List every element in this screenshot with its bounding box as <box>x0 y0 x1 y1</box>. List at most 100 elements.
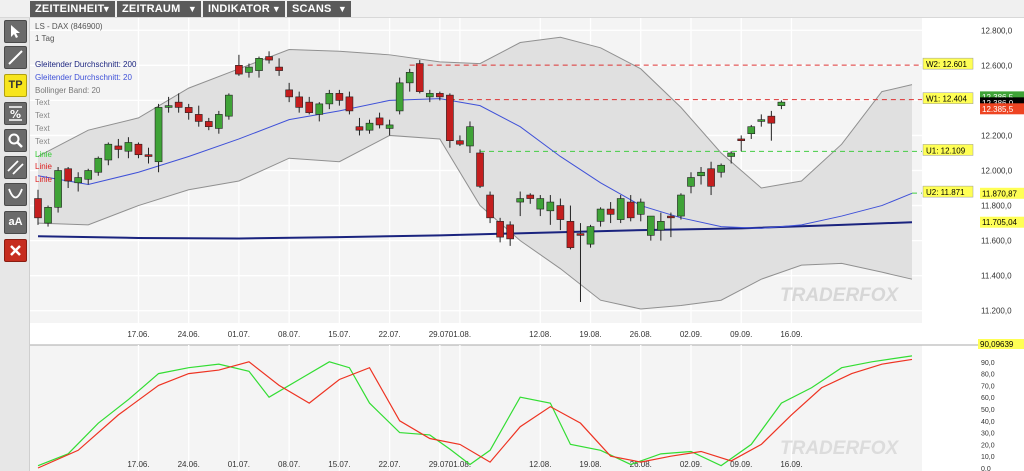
legend-line-red-2[interactable]: Linie <box>35 175 52 184</box>
tp-tool-button[interactable]: TP <box>4 74 27 97</box>
menu-scans[interactable]: SCANS ▼ <box>287 1 351 17</box>
legend-bollinger[interactable]: Bollinger Band: 20 <box>35 86 101 95</box>
x-tick-label: 09.09. <box>730 330 752 339</box>
x-tick-label: 01.08. <box>449 460 471 469</box>
legend-text-1[interactable]: Text <box>35 98 50 107</box>
menu-zeitraum-label: ZEITRAUM <box>122 3 181 15</box>
candle-body <box>516 198 525 203</box>
candle-body <box>727 152 735 157</box>
y-tick-label: 12.000,0 <box>981 167 1013 176</box>
percent-tool-icon: % <box>9 106 22 121</box>
legend-text-2[interactable]: Text <box>35 111 50 120</box>
candle-body <box>365 122 374 131</box>
candle-body <box>144 154 153 157</box>
y-tick-label: 12.800,0 <box>981 26 1013 35</box>
candle-body <box>526 194 535 199</box>
candle-body <box>647 215 655 236</box>
font-size-button[interactable]: aA <box>4 211 27 234</box>
percent-tool-button[interactable]: % <box>4 102 27 125</box>
chevron-down-icon: ▼ <box>271 4 281 14</box>
candle-body <box>215 114 223 129</box>
candle-body <box>355 126 364 131</box>
level-label: U2: 11.871 <box>926 188 965 197</box>
x-tick-label: 29.07. <box>429 460 451 469</box>
x-tick-label: 02.09. <box>680 330 702 339</box>
oscillator-y-tick: 60,0 <box>981 395 995 402</box>
candle-body <box>104 143 113 161</box>
candle-body <box>164 105 173 108</box>
chart-title: LS - DAX (846900) <box>35 22 103 31</box>
oscillator-y-tick: 40,0 <box>981 419 995 426</box>
candle-body <box>74 177 82 184</box>
chart-area[interactable]: 12.800,012.600,012.400,012.200,012.000,0… <box>30 18 1024 471</box>
candle-body <box>687 177 695 187</box>
menu-indikator[interactable]: INDIKATOR ▼ <box>203 1 285 17</box>
x-tick-label: 17.06. <box>127 330 149 339</box>
candle-body <box>64 168 72 182</box>
chart-subtitle: 1 Tag <box>35 34 54 43</box>
legend-line-red-1[interactable]: Linie <box>35 162 52 171</box>
x-tick-label: 01.08. <box>449 330 471 339</box>
candle-body <box>235 65 243 75</box>
x-tick-label: 12.08. <box>529 460 551 469</box>
legend-text-4[interactable]: Text <box>35 137 50 146</box>
menu-zeiteinheit-label: ZEITEINHEIT <box>35 3 105 15</box>
legend-text-3[interactable]: Text <box>35 124 50 133</box>
candle-body <box>496 221 504 238</box>
x-tick-label: 16.09. <box>780 330 802 339</box>
candle-body <box>616 198 625 220</box>
candle-body <box>606 208 615 215</box>
delete-tool-button[interactable] <box>4 239 27 262</box>
menu-zeitraum[interactable]: ZEITRAUM ▼ <box>117 1 201 17</box>
candle-body <box>315 103 324 115</box>
x-tick-label: 17.06. <box>127 460 149 469</box>
svg-text:%: % <box>10 108 21 121</box>
x-tick-label: 01.07. <box>228 460 250 469</box>
candle-body <box>325 93 334 105</box>
legend-line-green[interactable]: Linie <box>35 150 52 159</box>
chevron-down-icon: ▼ <box>101 4 111 14</box>
curve-tool-button[interactable] <box>4 183 27 206</box>
candle-body <box>345 96 354 112</box>
candle-body <box>405 72 414 84</box>
oscillator-y-tick: 20,0 <box>981 442 995 449</box>
watermark-main: TRADERFOX <box>780 285 900 306</box>
line-tool-button[interactable] <box>4 46 27 69</box>
candle-body <box>295 96 303 108</box>
candle-body <box>415 63 424 92</box>
candle-body <box>124 142 133 152</box>
y-tick-label: 11.800,0 <box>981 202 1012 211</box>
candle-body <box>657 221 665 231</box>
candle-body <box>385 124 394 129</box>
cursor-tool-button[interactable] <box>4 20 27 43</box>
curve-tool-icon <box>8 188 23 199</box>
candle-body <box>546 201 555 212</box>
candle-body <box>466 126 474 147</box>
oscillator-last-value: 90,09639 <box>980 340 1014 349</box>
menu-zeiteinheit[interactable]: ZEITEINHEIT ▼ <box>30 1 115 17</box>
chevron-down-icon: ▼ <box>187 4 197 14</box>
candle-body <box>275 66 283 71</box>
candle-body <box>626 201 635 219</box>
candle-body <box>114 145 123 150</box>
candle-body <box>677 194 685 217</box>
x-tick-label: 29.07. <box>429 330 451 339</box>
candle-body <box>576 233 585 236</box>
candle-body <box>44 207 52 224</box>
candle-body <box>737 138 746 142</box>
candle-body <box>436 93 444 98</box>
oscillator-y-tick: 10,0 <box>981 454 995 461</box>
channel-tool-button[interactable] <box>4 156 27 179</box>
candle-body <box>697 171 705 177</box>
x-tick-label: 09.09. <box>730 460 752 469</box>
legend-sma20[interactable]: Gleitender Durchschnitt: 20 <box>35 73 132 82</box>
candle-body <box>476 152 484 187</box>
candle-body <box>486 194 494 219</box>
zoom-tool-button[interactable] <box>4 129 27 152</box>
candle-body <box>446 94 454 142</box>
legend-sma200[interactable]: Gleitender Durchschnitt: 200 <box>35 60 137 69</box>
menu-scans-label: SCANS <box>292 3 332 15</box>
x-tick-label: 02.09. <box>680 460 702 469</box>
x-tick-label: 16.09. <box>780 460 802 469</box>
candle-body <box>556 205 565 220</box>
